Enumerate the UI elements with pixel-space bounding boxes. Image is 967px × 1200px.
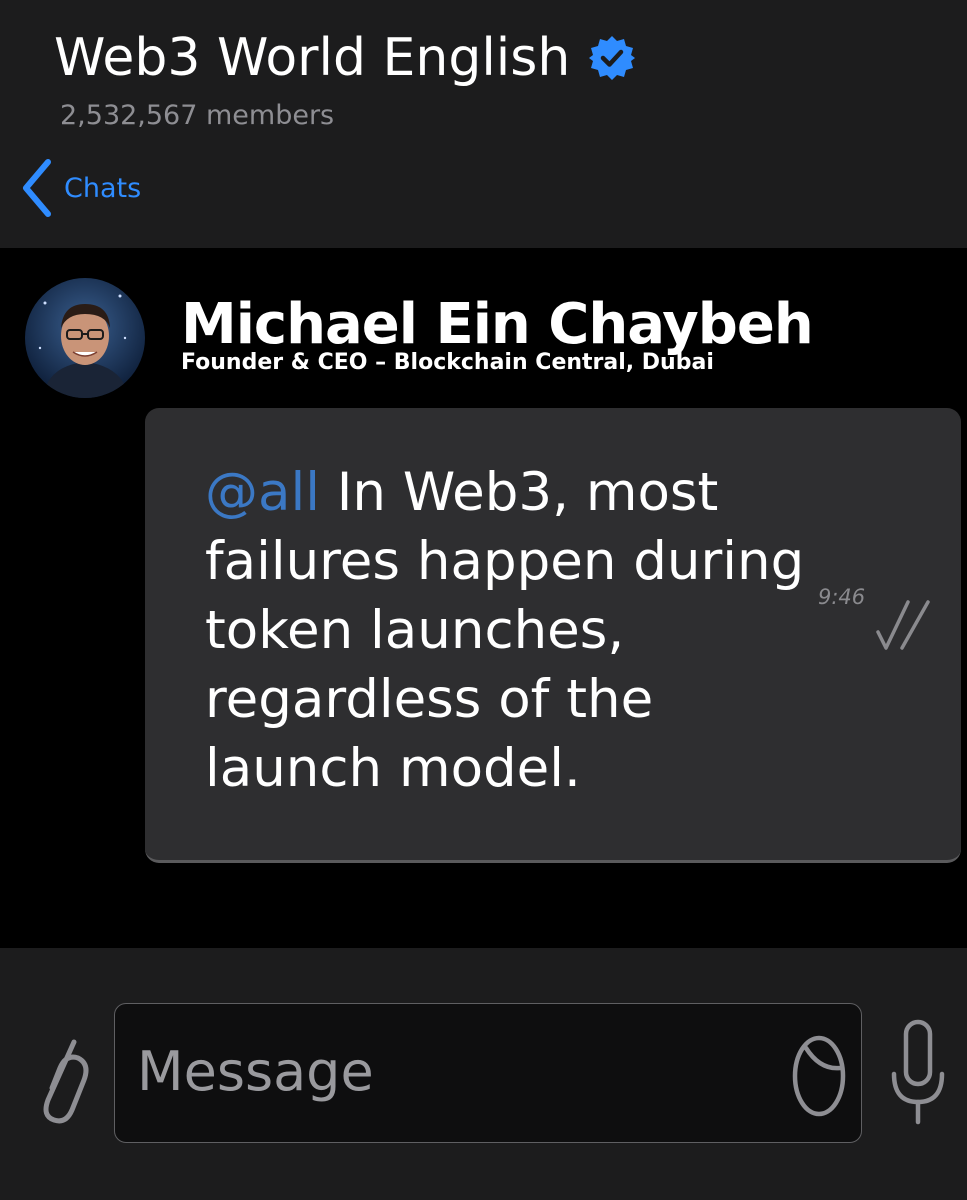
back-label: Chats — [64, 172, 142, 204]
chevron-left-icon — [23, 159, 51, 217]
paperclip-icon[interactable] — [30, 1018, 92, 1128]
sender-role: Founder & CEO – Blockchain Central, Duba… — [181, 350, 714, 375]
member-count: 2,532,567 members — [60, 100, 335, 131]
message-input-placeholder: Message — [137, 1040, 374, 1103]
message-text: @all In Web3, most failures happen durin… — [205, 458, 825, 803]
mention-link[interactable]: @all — [205, 462, 320, 523]
message-time: 9:46 — [818, 585, 866, 609]
sender-name: Michael Ein Chaybeh — [181, 292, 814, 357]
back-button[interactable]: Chats — [18, 158, 141, 218]
avatar-image — [25, 278, 145, 398]
chat-title-row[interactable]: Web3 World English — [54, 28, 636, 88]
microphone-icon[interactable] — [890, 1018, 946, 1128]
double-check-icon — [876, 600, 930, 650]
verified-badge-icon — [589, 36, 636, 80]
sticker-icon[interactable] — [790, 1030, 848, 1118]
chat-title: Web3 World English — [54, 28, 571, 88]
avatar[interactable] — [25, 278, 145, 398]
